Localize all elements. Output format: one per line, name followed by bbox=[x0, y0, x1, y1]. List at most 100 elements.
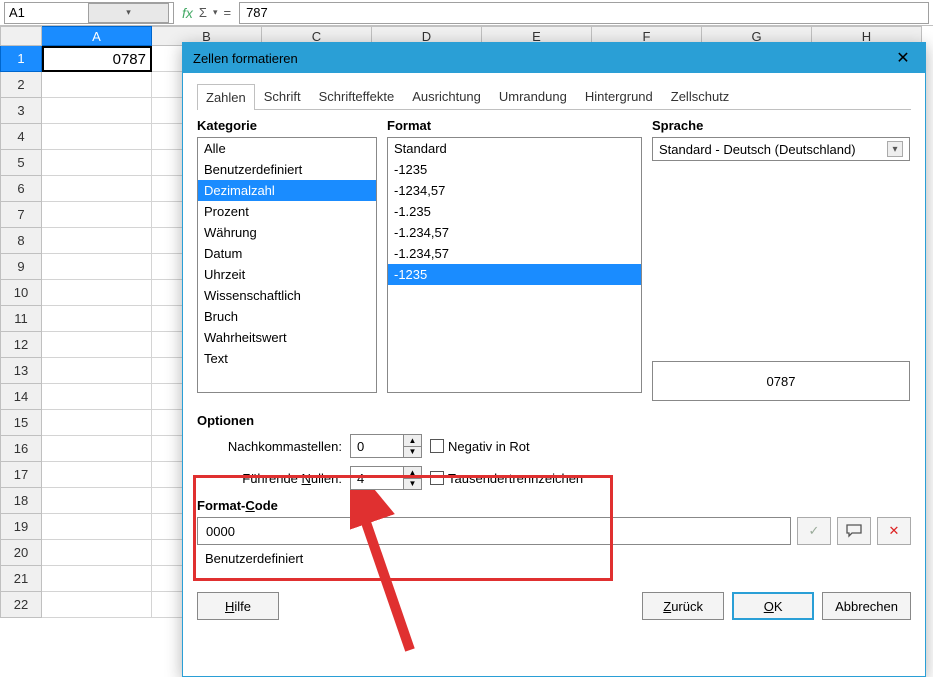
kategorie-item[interactable]: Dezimalzahl bbox=[198, 180, 376, 201]
tab-umrandung[interactable]: Umrandung bbox=[490, 83, 576, 109]
cell[interactable] bbox=[42, 436, 152, 462]
kategorie-item[interactable]: Währung bbox=[198, 222, 376, 243]
nachkomma-spinner[interactable]: ▲▼ bbox=[350, 434, 422, 458]
row-header[interactable]: 22 bbox=[0, 592, 42, 618]
col-header-a[interactable]: A bbox=[42, 26, 152, 46]
row-header[interactable]: 2 bbox=[0, 72, 42, 98]
kategorie-item[interactable]: Alle bbox=[198, 138, 376, 159]
cell[interactable] bbox=[42, 124, 152, 150]
cell[interactable] bbox=[42, 176, 152, 202]
ok-button[interactable]: OK bbox=[732, 592, 814, 620]
apply-icon[interactable]: ✓ bbox=[797, 517, 831, 545]
equals-icon[interactable]: = bbox=[223, 5, 231, 20]
cell[interactable] bbox=[42, 72, 152, 98]
row-header[interactable]: 13 bbox=[0, 358, 42, 384]
cell[interactable] bbox=[42, 410, 152, 436]
spinner-up-icon[interactable]: ▲ bbox=[404, 467, 421, 479]
comment-icon[interactable] bbox=[837, 517, 871, 545]
kategorie-item[interactable]: Wissenschaftlich bbox=[198, 285, 376, 306]
spinner-down-icon[interactable]: ▼ bbox=[404, 479, 421, 490]
row-header[interactable]: 4 bbox=[0, 124, 42, 150]
hilfe-button[interactable]: Hilfe bbox=[197, 592, 279, 620]
close-icon[interactable]: ✕ bbox=[891, 46, 915, 70]
row-header[interactable]: 3 bbox=[0, 98, 42, 124]
tab-zellschutz[interactable]: Zellschutz bbox=[662, 83, 739, 109]
row-header[interactable]: 6 bbox=[0, 176, 42, 202]
zurueck-button[interactable]: Zurück bbox=[642, 592, 724, 620]
format-item[interactable]: -1.234,57 bbox=[388, 243, 641, 264]
nachkomma-input[interactable] bbox=[351, 435, 403, 457]
select-all-corner[interactable] bbox=[0, 26, 42, 46]
cell[interactable] bbox=[42, 540, 152, 566]
row-header[interactable]: 10 bbox=[0, 280, 42, 306]
negativ-checkbox[interactable]: Negativ in Rot bbox=[430, 439, 530, 454]
tab-hintergrund[interactable]: Hintergrund bbox=[576, 83, 662, 109]
row-header[interactable]: 14 bbox=[0, 384, 42, 410]
row-header[interactable]: 1 bbox=[0, 46, 42, 72]
format-item[interactable]: -1.234,57 bbox=[388, 222, 641, 243]
kategorie-item[interactable]: Uhrzeit bbox=[198, 264, 376, 285]
row-header[interactable]: 19 bbox=[0, 514, 42, 540]
row-header[interactable]: 5 bbox=[0, 150, 42, 176]
nullen-spinner[interactable]: ▲▼ bbox=[350, 466, 422, 490]
cell[interactable] bbox=[42, 384, 152, 410]
tab-schrift[interactable]: Schrift bbox=[255, 83, 310, 109]
row-header[interactable]: 7 bbox=[0, 202, 42, 228]
kategorie-item[interactable]: Benutzerdefiniert bbox=[198, 159, 376, 180]
abbrechen-button[interactable]: Abbrechen bbox=[822, 592, 911, 620]
format-item[interactable]: -1234,57 bbox=[388, 180, 641, 201]
kategorie-listbox[interactable]: AlleBenutzerdefiniertDezimalzahlProzentW… bbox=[197, 137, 377, 393]
tab-ausrichtung[interactable]: Ausrichtung bbox=[403, 83, 490, 109]
formatcode-input[interactable]: 0000 bbox=[197, 517, 791, 545]
row-header[interactable]: 18 bbox=[0, 488, 42, 514]
name-box-dropdown-icon[interactable]: ▾ bbox=[88, 3, 169, 23]
cell[interactable] bbox=[42, 332, 152, 358]
cell[interactable] bbox=[42, 592, 152, 618]
kategorie-item[interactable]: Datum bbox=[198, 243, 376, 264]
row-header[interactable]: 16 bbox=[0, 436, 42, 462]
cell[interactable] bbox=[42, 306, 152, 332]
fx-icon[interactable]: fx bbox=[182, 5, 193, 21]
name-box[interactable]: A1 ▾ bbox=[4, 2, 174, 24]
row-header[interactable]: 8 bbox=[0, 228, 42, 254]
sigma-icon[interactable]: Σ bbox=[199, 5, 207, 20]
format-listbox[interactable]: Standard-1235-1234,57-1.235-1.234,57-1.2… bbox=[387, 137, 642, 393]
row-header[interactable]: 17 bbox=[0, 462, 42, 488]
nullen-input[interactable] bbox=[351, 467, 403, 489]
kategorie-item[interactable]: Wahrheitswert bbox=[198, 327, 376, 348]
cell[interactable] bbox=[42, 98, 152, 124]
format-item[interactable]: -1235 bbox=[388, 264, 641, 285]
kategorie-item[interactable]: Bruch bbox=[198, 306, 376, 327]
format-item[interactable]: -1.235 bbox=[388, 201, 641, 222]
tausender-checkbox[interactable]: Tausendertrennzeichen bbox=[430, 471, 583, 486]
cell[interactable] bbox=[42, 514, 152, 540]
language-select[interactable]: Standard - Deutsch (Deutschland) ▾ bbox=[652, 137, 910, 161]
dialog-titlebar[interactable]: Zellen formatieren ✕ bbox=[183, 43, 925, 73]
cell[interactable] bbox=[42, 358, 152, 384]
tab-zahlen[interactable]: Zahlen bbox=[197, 84, 255, 110]
formula-input[interactable]: 787 bbox=[239, 2, 929, 24]
cell[interactable]: 0787 bbox=[42, 46, 152, 72]
cell[interactable] bbox=[42, 462, 152, 488]
row-header[interactable]: 21 bbox=[0, 566, 42, 592]
delete-icon[interactable]: ✕ bbox=[877, 517, 911, 545]
row-header[interactable]: 12 bbox=[0, 332, 42, 358]
tab-schrifteffekte[interactable]: Schrifteffekte bbox=[310, 83, 404, 109]
kategorie-item[interactable]: Text bbox=[198, 348, 376, 369]
row-header[interactable]: 20 bbox=[0, 540, 42, 566]
format-item[interactable]: Standard bbox=[388, 138, 641, 159]
spinner-down-icon[interactable]: ▼ bbox=[404, 447, 421, 458]
row-header[interactable]: 15 bbox=[0, 410, 42, 436]
spinner-up-icon[interactable]: ▲ bbox=[404, 435, 421, 447]
row-header[interactable]: 9 bbox=[0, 254, 42, 280]
cell[interactable] bbox=[42, 280, 152, 306]
cell[interactable] bbox=[42, 228, 152, 254]
cell[interactable] bbox=[42, 202, 152, 228]
kategorie-item[interactable]: Prozent bbox=[198, 201, 376, 222]
cell[interactable] bbox=[42, 254, 152, 280]
cell[interactable] bbox=[42, 566, 152, 592]
cell[interactable] bbox=[42, 150, 152, 176]
row-header[interactable]: 11 bbox=[0, 306, 42, 332]
cell[interactable] bbox=[42, 488, 152, 514]
sigma-dropdown-icon[interactable]: ▾ bbox=[213, 7, 218, 18]
